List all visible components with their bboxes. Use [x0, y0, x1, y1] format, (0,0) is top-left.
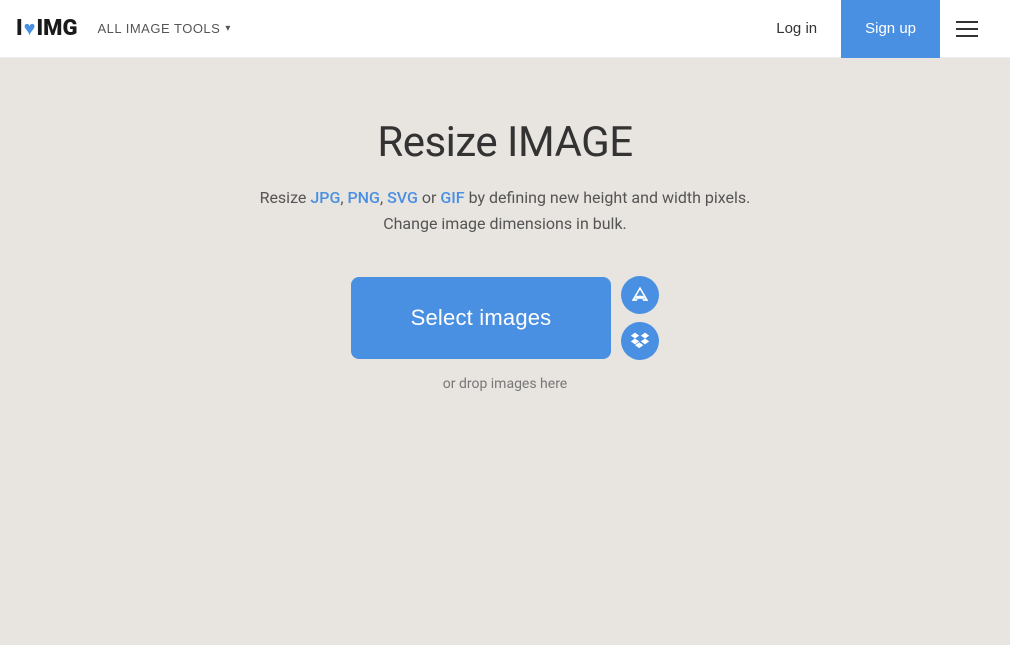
- hamburger-menu-button[interactable]: [940, 0, 994, 58]
- upload-area: Select images: [351, 276, 660, 360]
- format-svg: SVG: [387, 188, 418, 207]
- logo-img: IMG: [37, 16, 78, 41]
- drop-text: or drop images here: [443, 376, 567, 392]
- logo[interactable]: I ♥ IMG: [16, 16, 77, 41]
- main-content: Resize IMAGE Resize JPG, PNG, SVG or GIF…: [0, 58, 1010, 392]
- cloud-upload-icons: [621, 276, 659, 360]
- login-button[interactable]: Log in: [752, 12, 841, 45]
- subtitle-prefix: Resize: [260, 188, 311, 207]
- header: I ♥ IMG ALL IMAGE TOOLS ▾ Log in Sign up: [0, 0, 1010, 58]
- select-images-button[interactable]: Select images: [351, 277, 612, 359]
- subtitle-comma2: ,: [380, 188, 387, 207]
- header-left: I ♥ IMG ALL IMAGE TOOLS ▾: [16, 16, 231, 41]
- chevron-down-icon: ▾: [225, 23, 231, 34]
- subtitle: Resize JPG, PNG, SVG or GIF by defining …: [260, 185, 751, 236]
- menu-line-2: [956, 28, 978, 30]
- google-drive-button[interactable]: [621, 276, 659, 314]
- header-right: Log in Sign up: [752, 0, 994, 58]
- format-png: PNG: [347, 188, 379, 207]
- logo-heart: ♥: [24, 16, 36, 41]
- signup-button[interactable]: Sign up: [841, 0, 940, 58]
- menu-line-1: [956, 21, 978, 23]
- page-title: Resize IMAGE: [377, 118, 632, 167]
- menu-line-3: [956, 35, 978, 37]
- dropbox-icon: [630, 331, 650, 351]
- logo-i: I: [16, 16, 23, 41]
- all-tools-button[interactable]: ALL IMAGE TOOLS ▾: [97, 21, 230, 36]
- subtitle-line2: Change image dimensions in bulk.: [383, 214, 627, 233]
- format-jpg: JPG: [310, 188, 340, 207]
- all-tools-label: ALL IMAGE TOOLS: [97, 21, 220, 36]
- dropbox-button[interactable]: [621, 322, 659, 360]
- subtitle-or: or: [418, 188, 440, 207]
- subtitle-suffix: by defining new height and width pixels.: [465, 188, 751, 207]
- google-drive-icon: [630, 285, 650, 305]
- format-gif: GIF: [440, 188, 464, 207]
